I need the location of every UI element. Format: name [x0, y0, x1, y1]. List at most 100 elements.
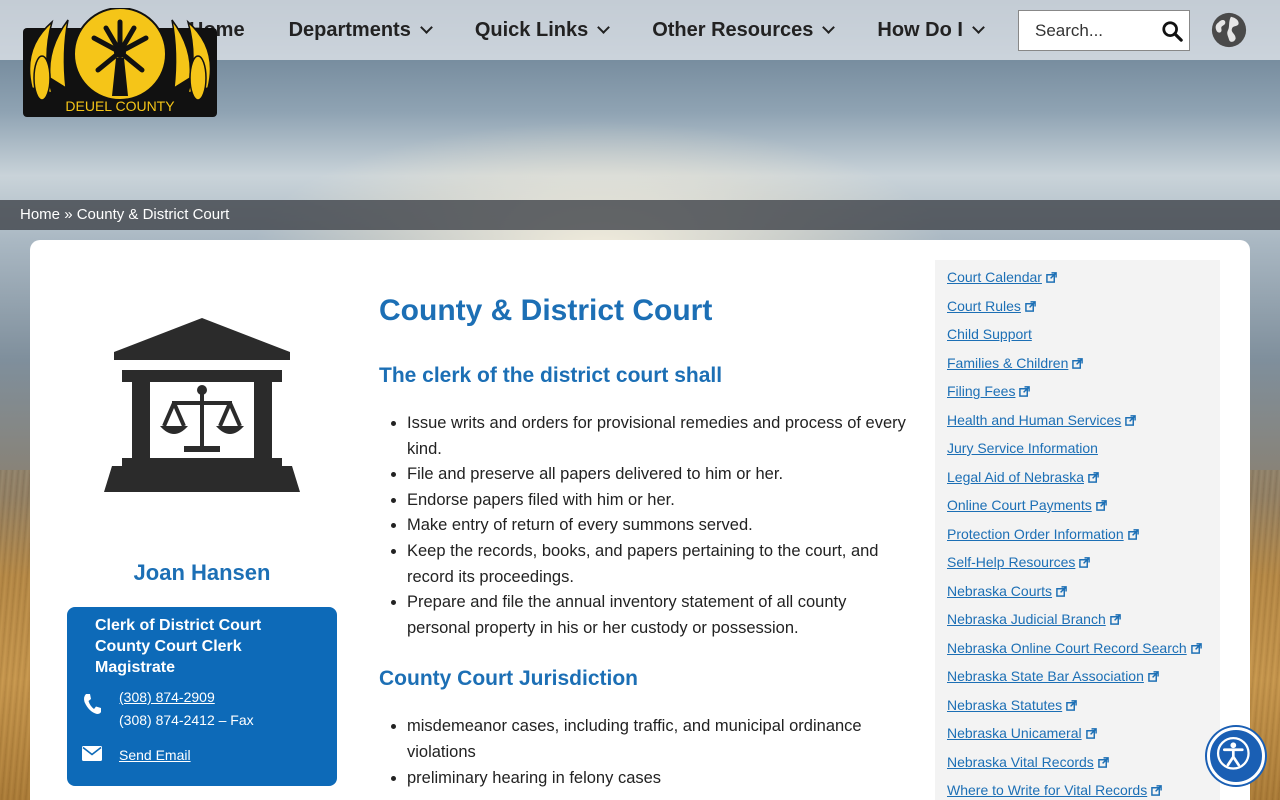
sidebar-link-item: Nebraska Online Court Record Search [935, 635, 1220, 664]
phone-block: (308) 874-2909 (308) 874-2412 – Fax [119, 686, 254, 732]
external-link-icon [1088, 471, 1099, 483]
sidebar-link-item: Nebraska Unicameral [935, 720, 1220, 749]
sidebar-link[interactable]: Nebraska Unicameral [947, 725, 1082, 741]
breadcrumb-current: County & District Court [76, 206, 230, 223]
sidebar-link[interactable]: Nebraska Courts [947, 583, 1052, 599]
sidebar-link[interactable]: Nebraska State Bar Association [947, 668, 1144, 684]
sidebar-link[interactable]: Online Court Payments [947, 497, 1092, 513]
sidebar-link-item: Protection Order Information [935, 521, 1220, 550]
sidebar-link[interactable]: Protection Order Information [947, 526, 1124, 542]
related-links-sidebar: Court Calendar Court Rules Child Support Fa… [935, 260, 1220, 800]
list-item: Make entry of return of every summons se… [407, 513, 909, 539]
sidebar-link[interactable]: Where to Write for Vital Records [947, 782, 1147, 798]
email-block: Send Email [119, 747, 191, 763]
list-item: Prepare and file the annual inventory st… [407, 590, 909, 641]
breadcrumb: Home » County & District Court [0, 200, 1280, 230]
external-link-icon [1127, 528, 1139, 540]
sidebar-link-item: Online Court Payments [935, 492, 1220, 521]
sidebar-link[interactable]: Health and Human Services [947, 412, 1121, 428]
sidebar-link-item: Child Support [935, 321, 1220, 350]
search-icon[interactable] [1161, 20, 1183, 42]
official-title: Magistrate [95, 659, 176, 676]
external-link-icon [1019, 386, 1031, 397]
external-link-icon [1066, 699, 1077, 711]
courthouse-scales-icon [104, 318, 300, 492]
sidebar-link-item: Court Rules [935, 293, 1220, 322]
external-link-icon [1190, 642, 1202, 654]
sidebar-link-item: Nebraska Vital Records [935, 749, 1220, 778]
sidebar-link-item: Court Calendar [935, 264, 1220, 293]
breadcrumb-home-link[interactable]: Home [20, 206, 60, 223]
external-link-icon [1085, 728, 1097, 739]
external-link-icon [1056, 585, 1067, 597]
sidebar-link-item: Legal Aid of Nebraska [935, 464, 1220, 493]
nav-how-do-i[interactable]: How Do I [877, 19, 985, 42]
site-search [1018, 10, 1190, 51]
globe-icon[interactable] [1210, 11, 1248, 49]
sidebar-link[interactable]: Nebraska Vital Records [947, 754, 1094, 770]
sidebar-link-item: Families & Children [935, 350, 1220, 379]
external-link-icon [1097, 756, 1109, 768]
sidebar-link[interactable]: Legal Aid of Nebraska [947, 469, 1084, 485]
sidebar-link-item: Nebraska Statutes [935, 692, 1220, 721]
external-link-icon [1046, 272, 1057, 283]
logo-text: DEUEL COUNTY [65, 98, 175, 114]
phone-icon [84, 694, 101, 714]
content-card: Joan Hansen Clerk of District Court Coun… [30, 240, 1250, 800]
send-email-link[interactable]: Send Email [119, 747, 191, 763]
sidebar-link-item: Nebraska Courts [935, 578, 1220, 607]
list-item: Keep the records, books, and papers pert… [407, 539, 909, 590]
nav-departments[interactable]: Departments [288, 18, 433, 42]
nav-label: Other Resources [652, 18, 814, 41]
list-item: Endorse papers filed with him or her. [407, 488, 909, 514]
main-nav: Home Departments Quick Links Other Resource… [189, 0, 1027, 60]
official-titles: Clerk of District Court County Court Cle… [95, 615, 261, 678]
section-heading-jurisdiction: County Court Jurisdiction [379, 667, 638, 691]
sidebar-link-item: Nebraska Judicial Branch [935, 606, 1220, 635]
nav-label: Quick Links [474, 18, 589, 41]
search-input[interactable] [1019, 20, 1159, 41]
sidebar-link[interactable]: Nebraska Statutes [947, 697, 1062, 713]
nav-other-resources[interactable]: Other Resources [652, 18, 836, 42]
list-item: Issue writs and orders for provisional r… [407, 411, 909, 462]
sidebar-link[interactable]: Jury Service Information [947, 440, 1098, 456]
sidebar-link-item: Filing Fees [935, 378, 1220, 407]
sidebar-link-item: Nebraska State Bar Association [935, 663, 1220, 692]
page-title: County & District Court [379, 294, 713, 327]
list-item: File and preserve all papers delivered t… [407, 462, 909, 488]
accessibility-icon[interactable] [1207, 727, 1265, 785]
external-link-icon [1095, 500, 1107, 511]
chevron-down-icon [597, 21, 611, 34]
external-link-icon [1109, 614, 1121, 625]
sidebar-link-item: Where to Write for Vital Records [935, 777, 1220, 800]
deuel-county-logo[interactable]: DEUEL COUNTY [22, 8, 218, 118]
sidebar-link[interactable]: Court Rules [947, 298, 1021, 314]
external-link-icon [1072, 357, 1084, 369]
sidebar-link[interactable]: Child Support [947, 326, 1032, 342]
nav-label: Departments [288, 18, 411, 41]
official-title: Clerk of District Court [95, 617, 262, 634]
sidebar-link-item: Self-Help Resources [935, 549, 1220, 578]
sidebar-link[interactable]: Self-Help Resources [947, 554, 1075, 570]
external-link-icon [1025, 300, 1036, 312]
phone-link[interactable]: (308) 874-2909 [119, 689, 215, 705]
external-link-icon [1148, 671, 1159, 682]
sidebar-link-item: Jury Service Information [935, 435, 1220, 464]
sidebar-link[interactable]: Families & Children [947, 355, 1068, 371]
fax-number: (308) 874-2412 – Fax [119, 712, 254, 728]
sidebar-link[interactable]: Filing Fees [947, 383, 1015, 399]
main-content: County & District Court The clerk of the… [379, 290, 909, 791]
chevron-down-icon [822, 21, 836, 34]
external-link-icon [1125, 414, 1137, 426]
chevron-down-icon [419, 21, 433, 34]
chevron-down-icon [972, 21, 985, 34]
sidebar-link[interactable]: Court Calendar [947, 269, 1042, 285]
list-item: misdemeanor cases, including traffic, an… [407, 714, 909, 765]
section-heading-clerk-duties: The clerk of the district court shall [379, 364, 723, 387]
nav-quick-links[interactable]: Quick Links [474, 18, 611, 42]
official-name: Joan Hansen [133, 560, 271, 585]
sidebar-link[interactable]: Nebraska Online Court Record Search [947, 640, 1187, 656]
sidebar-link[interactable]: Nebraska Judicial Branch [947, 611, 1106, 627]
official-title: County Court Clerk [95, 638, 242, 655]
list-item: preliminary hearing in felony cases [407, 766, 909, 792]
